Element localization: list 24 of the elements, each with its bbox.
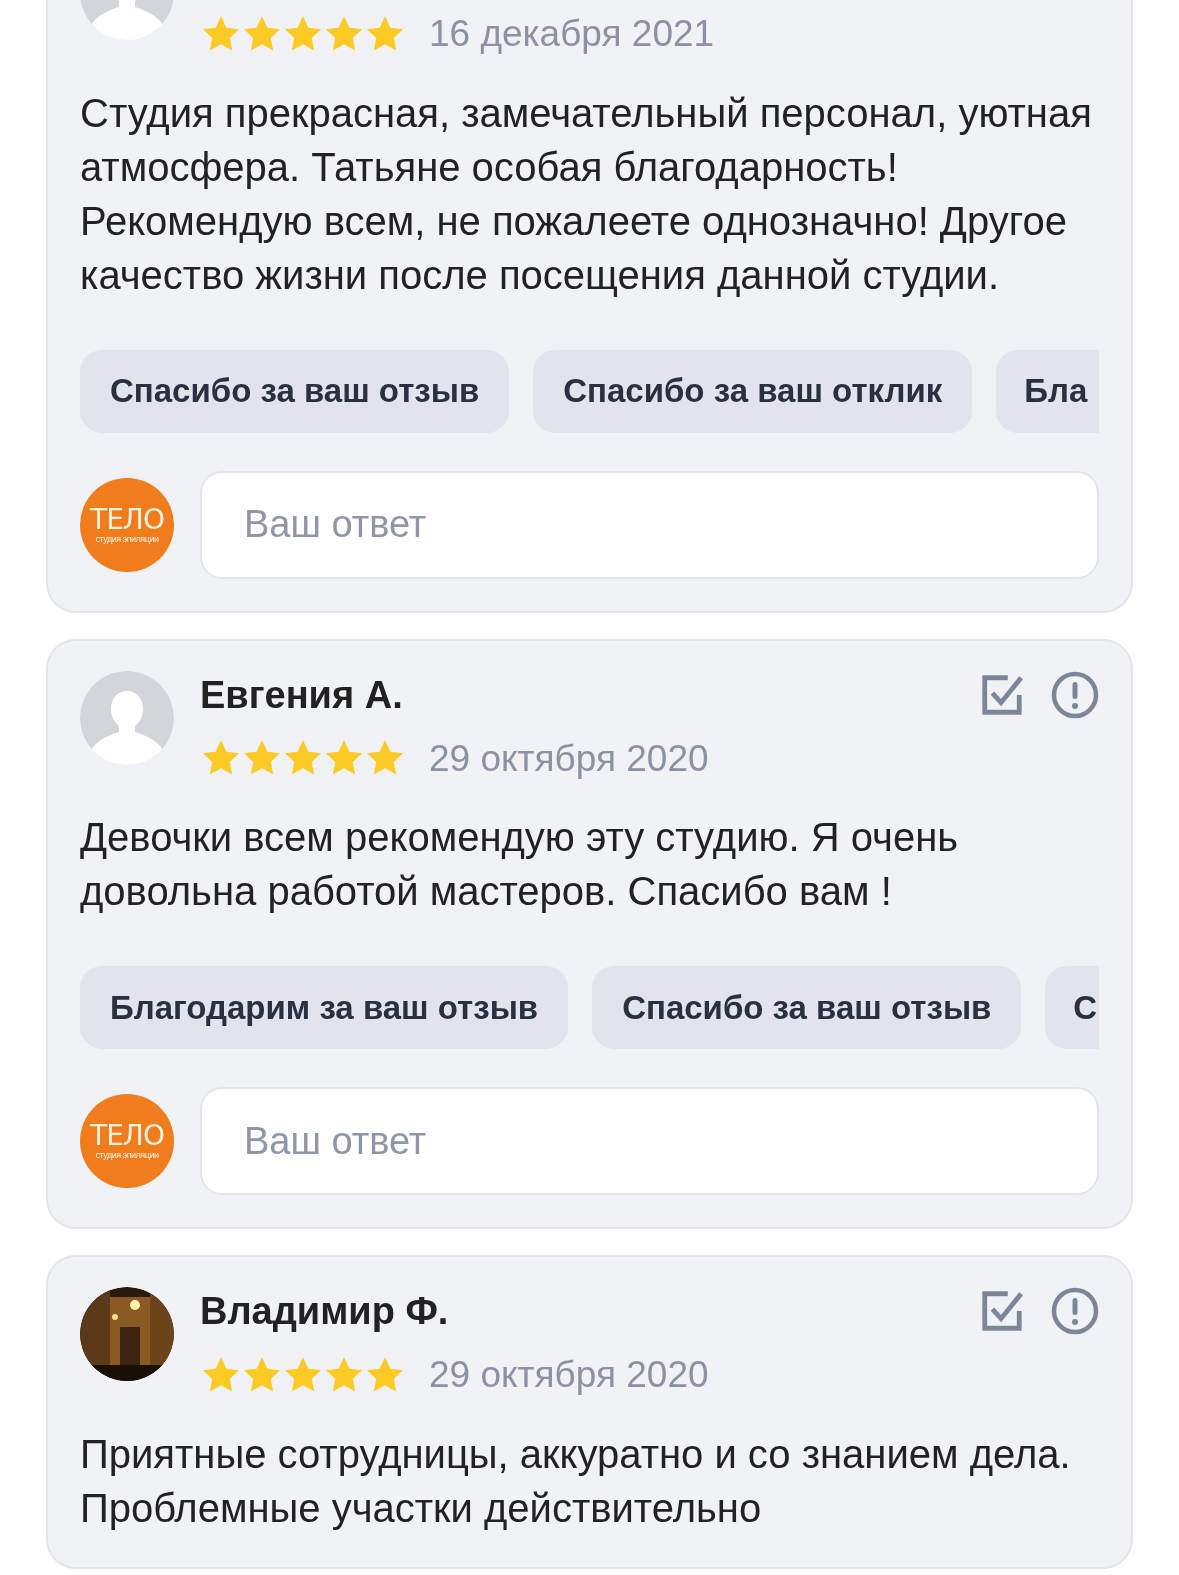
reply-field[interactable]: Ваш ответ (200, 470, 1099, 579)
logo-subtitle: студия эпиляции (95, 533, 159, 544)
author-name: Владимир Ф. (200, 1289, 450, 1334)
warning-icon[interactable] (1051, 670, 1099, 719)
author-name: Евгения А. (200, 672, 404, 718)
quick-reply-chip[interactable]: Бла (996, 349, 1099, 433)
checkbox-icon[interactable] (979, 1288, 1025, 1334)
logo-title: ТЕЛО (90, 505, 164, 534)
quick-reply-chip[interactable]: Спасибо за ваш отзыв (80, 349, 510, 433)
avatar-placeholder-icon (80, 670, 174, 765)
review-text: Приятные сотрудницы, аккуратно и со знанием дела. Проблемные участки действительно (80, 1430, 1072, 1532)
review-date: 29 октября 2020 (429, 736, 709, 781)
quick-reply-chip[interactable]: Благодарим за ваш отзыв (80, 966, 569, 1049)
warning-icon[interactable] (1051, 1287, 1099, 1335)
quick-reply-chip[interactable]: Спасибо за ваш отклик (533, 349, 973, 433)
quick-reply-chip[interactable]: С (1045, 966, 1099, 1049)
review-text: Студия прекрасная, замечательный персонал, уютная атмосфера. Татьяне особая благодарность! Рекомендую всем, не пожалеете однозначно! Другое качество жизни после посещения данной студии. (80, 89, 1093, 299)
reply-field[interactable]: Ваш ответ (200, 1087, 1099, 1195)
quick-reply-chip[interactable]: Спасибо за ваш отзыв (592, 966, 1022, 1049)
review-text: Девочки всем рекомендую эту студию. Я очень довольна работой мастеров. Спасибо вам ! (80, 814, 960, 915)
review-date: 29 октября 2020 (429, 1353, 709, 1397)
logo-title: ТЕЛО (90, 1122, 164, 1150)
logo-subtitle: студия эпиляции (95, 1150, 159, 1160)
review-date: 16 декабря 2021 (429, 12, 715, 56)
